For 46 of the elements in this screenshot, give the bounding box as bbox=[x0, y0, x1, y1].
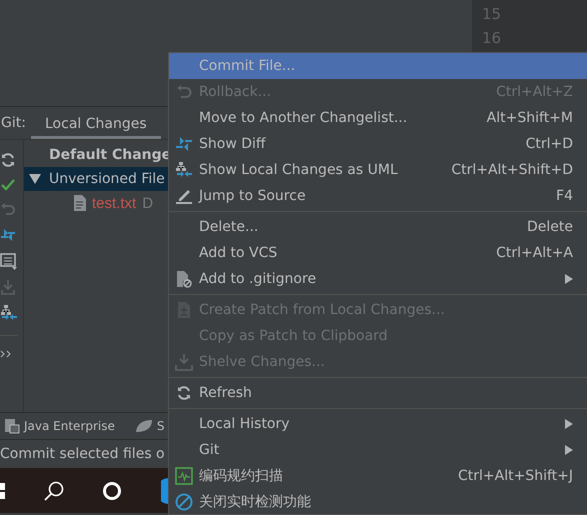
prohibited-icon bbox=[175, 493, 193, 511]
windows-icon[interactable] bbox=[0, 482, 5, 498]
shortcut-text: Delete bbox=[527, 219, 573, 235]
menu-item[interactable]: 关闭实时检测功能 bbox=[169, 489, 587, 515]
uml-diff-icon[interactable] bbox=[0, 304, 18, 322]
menu-item[interactable]: Show Diff Ctrl+D bbox=[169, 131, 587, 157]
file-blocked-icon bbox=[176, 270, 192, 288]
expand-arrow-icon[interactable] bbox=[29, 174, 41, 184]
menu-item[interactable]: Git bbox=[169, 437, 587, 463]
document-icon[interactable] bbox=[0, 252, 18, 270]
shortcut-text: Ctrl+Alt+Shift+J bbox=[458, 468, 573, 484]
circle-icon[interactable] bbox=[102, 480, 122, 500]
menu-item[interactable]: Add to VCS Ctrl+Alt+A bbox=[169, 240, 587, 266]
shelve-icon bbox=[175, 353, 193, 371]
more-icon[interactable] bbox=[0, 349, 12, 359]
menu-item[interactable]: Delete... Delete bbox=[169, 214, 587, 240]
leaf-icon[interactable] bbox=[134, 419, 153, 433]
menu-item[interactable]: Jump to Source F4 bbox=[169, 183, 587, 209]
uml-diff-icon bbox=[175, 161, 193, 179]
shortcut-text: Ctrl+D bbox=[526, 136, 573, 152]
tool-window-title: Git: bbox=[1, 115, 27, 131]
bottom-tab[interactable]: Java Enterprise bbox=[24, 419, 131, 433]
refresh-icon bbox=[176, 385, 192, 401]
diff-icon[interactable] bbox=[0, 227, 16, 243]
file-note: D bbox=[142, 194, 154, 212]
tab[interactable]: Local Changes bbox=[31, 107, 161, 139]
check-icon[interactable] bbox=[0, 177, 16, 193]
undo-icon bbox=[176, 85, 192, 99]
browser-icon[interactable] bbox=[161, 478, 169, 504]
shortcut-text: F4 bbox=[556, 188, 573, 204]
shortcut-text: Alt+Shift+M bbox=[486, 110, 573, 126]
tree-label: Unversioned File bbox=[49, 171, 165, 187]
module-icon[interactable] bbox=[4, 418, 20, 434]
diff-icon bbox=[175, 136, 193, 152]
shortcut-text: Ctrl+Alt+A bbox=[496, 245, 573, 261]
tree-label: Default Change bbox=[49, 147, 172, 163]
refresh-icon[interactable] bbox=[0, 152, 16, 168]
waveform-icon bbox=[175, 467, 193, 485]
shortcut-text: Ctrl+Alt+Shift+D bbox=[451, 162, 573, 178]
pencil-icon bbox=[175, 188, 193, 204]
menu-item[interactable]: Show Local Changes as UML Ctrl+Alt+Shift+D bbox=[169, 157, 587, 183]
search-icon[interactable] bbox=[43, 480, 65, 502]
menu-item[interactable]: Move to Another Changelist... Alt+Shift+M bbox=[169, 105, 587, 131]
menu-item[interactable]: Add to .gitignore bbox=[169, 266, 587, 292]
menu-item[interactable]: Refresh bbox=[169, 380, 587, 406]
file-icon bbox=[74, 195, 86, 211]
